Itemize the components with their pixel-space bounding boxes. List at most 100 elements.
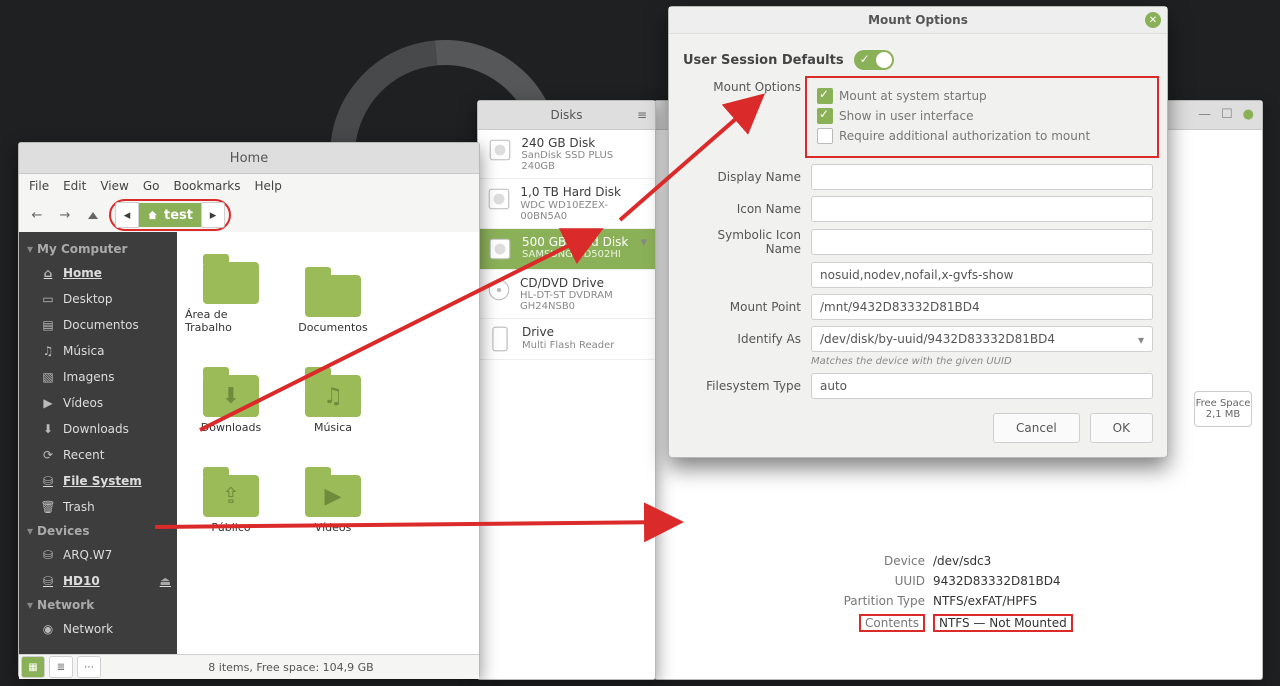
show-in-ui-label: Show in user interface xyxy=(839,109,973,123)
menu-file[interactable]: File xyxy=(29,179,49,193)
mount-point-label: Mount Point xyxy=(683,300,801,314)
menu-view[interactable]: View xyxy=(100,179,128,193)
maximize-icon[interactable]: ☐ xyxy=(1221,107,1233,122)
identify-hint: Matches the device with the given UUID xyxy=(811,356,1153,367)
filesystem-type-field[interactable]: auto xyxy=(811,373,1153,399)
sidebar-item-label: Downloads xyxy=(63,422,129,436)
sidebar-heading[interactable]: Devices xyxy=(19,520,177,542)
folder-item[interactable]: Documentos xyxy=(287,244,379,334)
disk-icon xyxy=(486,235,514,263)
disk-title: CD/DVD Drive xyxy=(520,276,647,290)
display-name-field[interactable] xyxy=(811,164,1153,190)
disk-subtitle: Multi Flash Reader xyxy=(522,340,614,351)
sidebar-item-label: Vídeos xyxy=(63,396,103,410)
path-next-button[interactable]: ▸ xyxy=(201,202,225,228)
folder-icon: ⇪ xyxy=(203,475,259,517)
close-icon[interactable]: ● xyxy=(1243,107,1254,122)
menu-edit[interactable]: Edit xyxy=(63,179,86,193)
folder-item[interactable]: ⬇Downloads xyxy=(185,344,277,434)
folder-item[interactable]: ⇪ Público xyxy=(185,444,277,534)
sidebar-item-label: Imagens xyxy=(63,370,114,384)
sidebar-item-documentos[interactable]: ▤Documentos xyxy=(19,312,177,338)
sidebar-item-imagens[interactable]: ▧Imagens xyxy=(19,364,177,390)
folder-item[interactable]: ♫ Música xyxy=(287,344,379,434)
mount-at-startup-row[interactable]: Mount at system startup xyxy=(817,88,1147,104)
sidebar-item-downloads[interactable]: ⬇ Downloads xyxy=(19,416,177,442)
sidebar-item-arq.w7[interactable]: ⛁ARQ.W7 xyxy=(19,542,177,568)
sidebar-heading[interactable]: My Computer xyxy=(19,238,177,260)
sidebar-item-label: ARQ.W7 xyxy=(63,548,112,562)
sidebar-item-recent[interactable]: ⟳ Recent xyxy=(19,442,177,468)
mount-point-field[interactable]: /mnt/9432D83332D81BD4 xyxy=(811,294,1153,320)
folder-label: Público xyxy=(211,521,250,534)
user-session-defaults-toggle[interactable]: ✓ xyxy=(854,50,894,70)
folder-label: Documentos xyxy=(298,321,367,334)
eject-icon[interactable]: ⏏ xyxy=(160,574,171,588)
folder-label: Música xyxy=(314,421,352,434)
mount-options-titlebar: Mount Options ✕ xyxy=(669,7,1167,34)
disk-item[interactable]: 1,0 TB Hard DiskWDC WD10EZEX-00BN5A0 xyxy=(478,179,655,228)
file-manager-menubar: File Edit View Go Bookmarks Help xyxy=(19,174,479,198)
identify-as-dropdown[interactable]: /dev/disk/by-uuid/9432D83332D81BD4 xyxy=(811,326,1153,352)
folder-icon: ♫ xyxy=(305,375,361,417)
show-in-ui-row[interactable]: Show in user interface xyxy=(817,108,1147,124)
sidebar-item-vídeos[interactable]: ▶Vídeos xyxy=(19,390,177,416)
sidebar-item-label: Home xyxy=(63,266,102,280)
mount-flags-field[interactable]: nosuid,nodev,nofail,x-gvfs-show xyxy=(811,262,1153,288)
sidebar-item-file-system[interactable]: ⛁File System xyxy=(19,468,177,494)
sidebar-item-trash[interactable]: 🗑Trash xyxy=(19,494,177,520)
disk-subtitle: HL-DT-ST DVDRAM GH24NSB0 xyxy=(520,290,647,312)
contents-label: Contents xyxy=(859,614,925,632)
path-segment[interactable]: test xyxy=(139,203,201,227)
sidebar-item-música[interactable]: ♫Música xyxy=(19,338,177,364)
require-auth-row[interactable]: Require additional authorization to moun… xyxy=(817,128,1147,144)
symbolic-icon-name-field[interactable] xyxy=(811,229,1153,255)
filesystem-type-label: Filesystem Type xyxy=(683,379,801,393)
checkbox-icon xyxy=(817,108,833,124)
folder-item[interactable]: ▶Vídeos xyxy=(287,444,379,534)
sidebar-heading[interactable]: Network xyxy=(19,594,177,616)
cancel-button[interactable]: Cancel xyxy=(993,413,1080,443)
disk-title: Drive xyxy=(522,325,614,339)
view-icons-button[interactable]: ▦ xyxy=(21,656,45,678)
♫-icon: ♫ xyxy=(41,344,55,358)
disks-list: 240 GB DiskSanDisk SSD PLUS 240GB1,0 TB … xyxy=(478,130,655,360)
sidebar-item-hd10[interactable]: ⛁HD10⏏ xyxy=(19,568,177,594)
⟳-icon: ⟳ xyxy=(41,448,55,462)
menu-go[interactable]: Go xyxy=(143,179,160,193)
uuid-label: UUID xyxy=(655,574,933,588)
disk-item[interactable]: CD/DVD DriveHL-DT-ST DVDRAM GH24NSB0 xyxy=(478,270,655,319)
view-compact-button[interactable]: ⋯ xyxy=(77,656,101,678)
up-button[interactable] xyxy=(81,203,105,227)
partition-type-value: NTFS/exFAT/HPFS xyxy=(933,594,1037,608)
view-list-button[interactable]: ≣ xyxy=(49,656,73,678)
ok-button[interactable]: OK xyxy=(1090,413,1153,443)
▭-icon: ▭ xyxy=(41,292,55,306)
sidebar-item-home[interactable]: ⌂Home xyxy=(19,260,177,286)
disk-icon xyxy=(486,136,513,164)
forward-button[interactable]: → xyxy=(53,203,77,227)
disk-item[interactable]: 240 GB DiskSanDisk SSD PLUS 240GB xyxy=(478,130,655,179)
free-space-value: 2,1 MB xyxy=(1195,409,1251,420)
menu-help[interactable]: Help xyxy=(255,179,282,193)
⬇-icon: ⬇ xyxy=(41,422,55,436)
sidebar-item-desktop[interactable]: ▭Desktop xyxy=(19,286,177,312)
sidebar-item-label: Recent xyxy=(63,448,104,462)
disk-icon xyxy=(486,325,514,353)
hamburger-icon[interactable]: ≡ xyxy=(637,108,647,122)
⛁-icon: ⛁ xyxy=(41,574,55,588)
menu-bookmarks[interactable]: Bookmarks xyxy=(173,179,240,193)
symbolic-icon-name-label: Symbolic Icon Name xyxy=(683,228,801,256)
minimize-icon[interactable]: — xyxy=(1198,107,1211,122)
file-manager-toolbar: ← → ◂ test ▸ xyxy=(19,198,479,232)
file-manager-window: Home File Edit View Go Bookmarks Help ← → ◂ t… xyxy=(18,142,480,678)
disk-title: 1,0 TB Hard Disk xyxy=(520,185,647,199)
folder-item[interactable]: Área de Trabalho xyxy=(185,244,277,334)
icon-name-field[interactable] xyxy=(811,196,1153,222)
sidebar-item-network[interactable]: ◉Network xyxy=(19,616,177,642)
back-button[interactable]: ← xyxy=(25,203,49,227)
close-icon[interactable]: ✕ xyxy=(1145,12,1161,28)
disk-item[interactable]: 500 GB Hard DiskSAMSUNG HD502HI xyxy=(478,229,655,270)
path-prev-button[interactable]: ◂ xyxy=(115,202,139,228)
disk-item[interactable]: DriveMulti Flash Reader xyxy=(478,319,655,360)
